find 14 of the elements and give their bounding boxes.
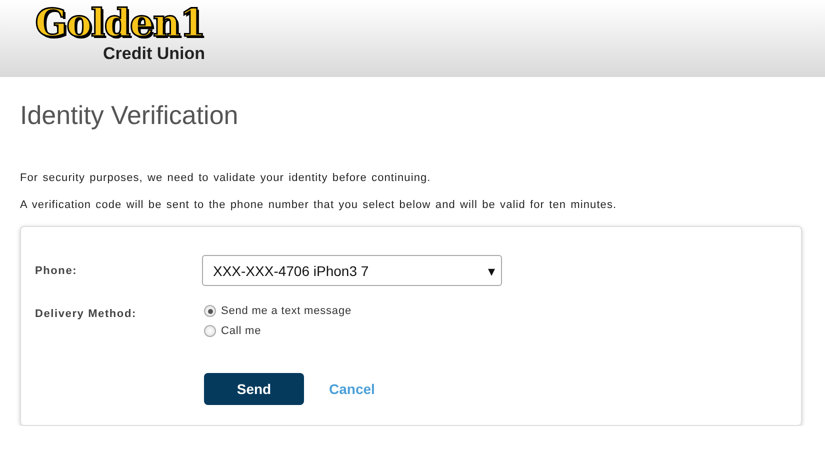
phone-label: Phone: bbox=[35, 264, 78, 276]
phone-select[interactable]: XXX-XXX-4706 iPhon3 7 ▾ bbox=[202, 255, 502, 286]
page-title: Identity Verification bbox=[20, 99, 240, 131]
intro-text: For security purposes, we need to validate your identity before continuing. bbox=[20, 171, 432, 185]
caret-icon: ▾ bbox=[488, 262, 495, 278]
send-button[interactable]: Send bbox=[204, 373, 304, 405]
delivery-option[interactable]: Call me bbox=[204, 325, 502, 337]
radio-button[interactable] bbox=[204, 305, 216, 317]
delivery-method-label: Delivery Method: bbox=[35, 308, 138, 320]
logo-wordmark: Golden1 bbox=[34, 2, 205, 44]
radio-button[interactable] bbox=[204, 325, 216, 337]
intro-text: A verification code will be sent to the phone number that you select below and will be valid for ten minutes. bbox=[20, 198, 618, 212]
delivery-option[interactable]: Send me a text message bbox=[204, 305, 502, 317]
logo-tagline: Credit Union bbox=[103, 44, 205, 64]
